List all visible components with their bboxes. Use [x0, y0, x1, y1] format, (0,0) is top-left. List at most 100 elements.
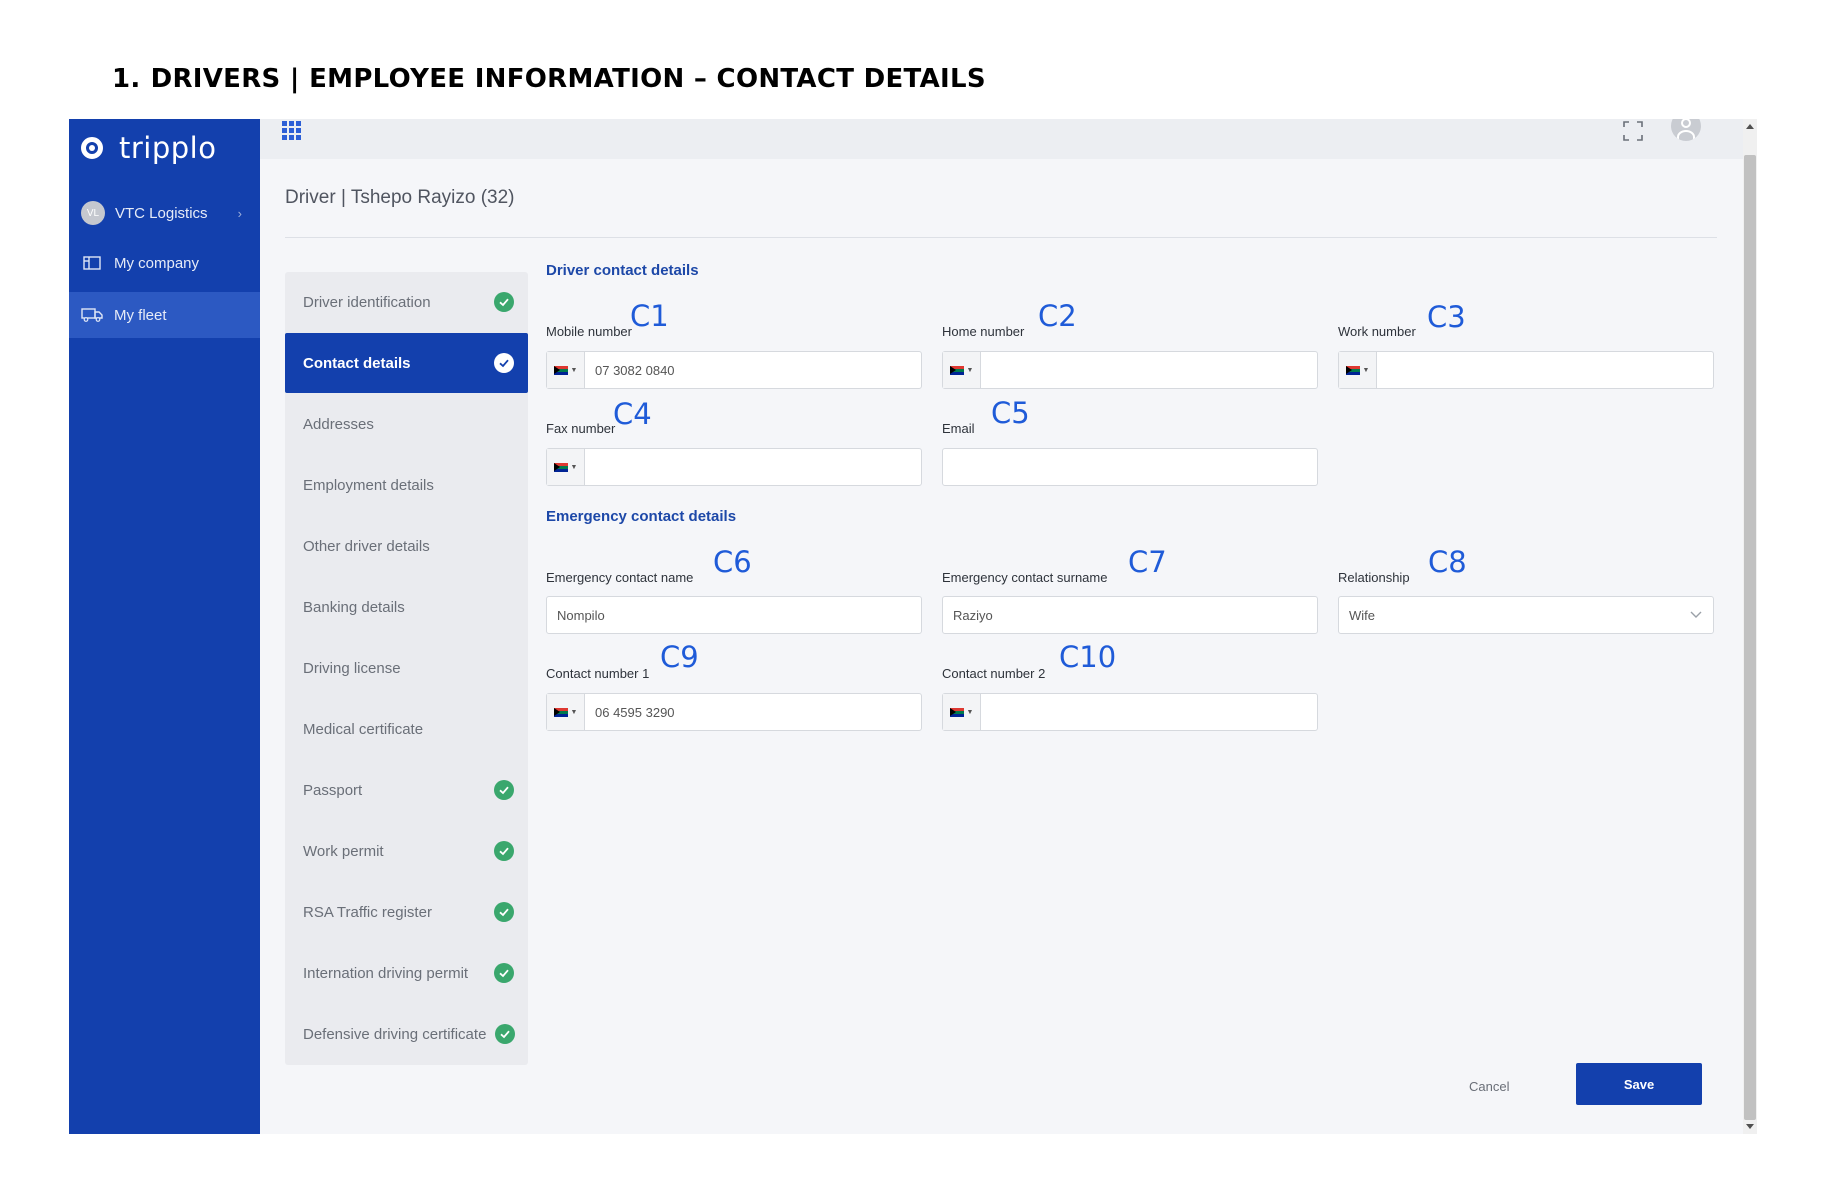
tab-label: Driving license [303, 659, 401, 677]
tab-label: RSA Traffic register [303, 903, 432, 921]
relationship-value: Wife [1349, 607, 1375, 623]
check-circle-icon [494, 780, 514, 800]
tab-banking-details[interactable]: Banking details [285, 577, 528, 637]
emergency-contact-section-title: Emergency contact details [546, 508, 737, 525]
contact-number-1-label: Contact number 1 [546, 666, 650, 681]
heading-number: 1. [112, 64, 141, 94]
save-button[interactable]: Save [1576, 1063, 1702, 1105]
logo: tripplo [81, 131, 216, 165]
caret-down-icon: ▼ [1362, 366, 1370, 374]
scroll-up-arrow-icon[interactable] [1746, 124, 1754, 129]
za-flag-icon [553, 462, 568, 472]
tab-label: Employment details [303, 476, 434, 494]
email-label: Email [942, 421, 975, 436]
apps-grid-icon[interactable] [282, 121, 301, 140]
tab-label: Defensive driving certificate [303, 1025, 487, 1043]
heading-text: DRIVERS | EMPLOYEE INFORMATION – CONTACT… [150, 64, 986, 94]
caret-down-icon: ▼ [570, 708, 578, 716]
country-code-selector[interactable]: ▼ [943, 352, 981, 388]
za-flag-icon [949, 365, 964, 375]
tab-addresses[interactable]: Addresses [285, 394, 528, 454]
tab-label: Addresses [303, 415, 374, 433]
email-input[interactable] [942, 448, 1318, 486]
za-flag-icon [553, 365, 568, 375]
logo-text: tripplo [119, 131, 217, 165]
user-avatar-icon[interactable] [1671, 119, 1701, 141]
mobile-number-value: 07 3082 0840 [595, 362, 675, 378]
work-number-label: Work number [1338, 324, 1416, 339]
za-flag-icon [553, 707, 568, 717]
za-flag-icon [949, 707, 964, 717]
tab-medical-certificate[interactable]: Medical certificate [285, 699, 528, 759]
country-code-selector[interactable]: ▼ [943, 694, 981, 730]
scroll-down-arrow-icon[interactable] [1746, 1124, 1754, 1129]
sidebar-item-my-fleet[interactable]: My fleet [69, 292, 260, 338]
callout-c2: C2 [1038, 299, 1077, 333]
country-code-selector[interactable]: ▼ [1339, 352, 1377, 388]
mobile-number-input[interactable]: ▼ 07 3082 0840 [546, 351, 922, 389]
tab-label: Work permit [303, 842, 384, 860]
check-circle-icon [494, 902, 514, 922]
za-flag-icon [1345, 365, 1360, 375]
callout-c6: C6 [713, 545, 752, 579]
check-circle-icon [494, 841, 514, 861]
chevron-right-icon: › [237, 205, 242, 221]
home-number-label: Home number [942, 324, 1025, 339]
tab-employment-details[interactable]: Employment details [285, 455, 528, 515]
contact-number-2-label: Contact number 2 [942, 666, 1046, 681]
tab-label: Passport [303, 781, 363, 799]
work-number-input[interactable]: ▼ [1338, 351, 1714, 389]
sidebar-item-label: My company [114, 254, 200, 272]
contact-number-2-input[interactable]: ▼ [942, 693, 1318, 731]
truck-icon [81, 307, 103, 323]
tab-other-driver-details[interactable]: Other driver details [285, 516, 528, 576]
callout-c7: C7 [1128, 545, 1167, 579]
company-switcher[interactable]: VL VTC Logistics › [69, 190, 260, 236]
callout-c9: C9 [660, 640, 699, 674]
scroll-thumb[interactable] [1744, 155, 1756, 1120]
tab-driver-identification[interactable]: Driver identification [285, 272, 528, 332]
tab-defensive-driving-certificate[interactable]: Defensive driving certificate [285, 1004, 528, 1064]
fax-number-input[interactable]: ▼ [546, 448, 922, 486]
emergency-contact-surname-input[interactable]: Raziyo [942, 596, 1318, 634]
tab-label: Driver identification [303, 293, 431, 311]
callout-c10: C10 [1059, 640, 1117, 674]
tab-driving-license[interactable]: Driving license [285, 638, 528, 698]
chevron-down-icon [1689, 607, 1703, 624]
tab-international-driving-permit[interactable]: Internation driving permit [285, 943, 528, 1003]
contact-number-1-value: 06 4595 3290 [595, 704, 675, 720]
relationship-label: Relationship [1338, 570, 1410, 585]
tab-label: Banking details [303, 598, 405, 616]
tab-label: Contact details [303, 354, 411, 372]
emergency-contact-name-value: Nompilo [557, 607, 605, 623]
country-code-selector[interactable]: ▼ [547, 352, 585, 388]
tab-contact-details[interactable]: Contact details [285, 333, 528, 393]
emergency-contact-surname-value: Raziyo [953, 607, 993, 623]
contact-number-1-input[interactable]: ▼ 06 4595 3290 [546, 693, 922, 731]
driver-contact-section-title: Driver contact details [546, 262, 699, 279]
logo-mark-icon [81, 137, 103, 159]
section-tabs: Driver identification Contact details Ad… [285, 272, 528, 1065]
sidebar-item-my-company[interactable]: My company [69, 240, 260, 286]
emergency-contact-name-input[interactable]: Nompilo [546, 596, 922, 634]
tab-rsa-traffic-register[interactable]: RSA Traffic register [285, 882, 528, 942]
callout-c5: C5 [991, 396, 1030, 430]
check-circle-icon [494, 963, 514, 983]
app-window: tripplo VL VTC Logistics › My company My… [69, 119, 1757, 1134]
page-title: Driver | Tshepo Rayizo (32) [285, 187, 515, 208]
tab-work-permit[interactable]: Work permit [285, 821, 528, 881]
emergency-contact-name-label: Emergency contact name [546, 570, 694, 585]
country-code-selector[interactable]: ▼ [547, 449, 585, 485]
company-avatar: VL [81, 201, 105, 225]
callout-c3: C3 [1427, 300, 1466, 334]
relationship-select[interactable]: Wife [1338, 596, 1714, 634]
tab-label: Internation driving permit [303, 964, 469, 982]
home-number-input[interactable]: ▼ [942, 351, 1318, 389]
expand-icon[interactable] [1623, 121, 1643, 146]
caret-down-icon: ▼ [966, 708, 974, 716]
scrollbar[interactable] [1743, 119, 1757, 1134]
country-code-selector[interactable]: ▼ [547, 694, 585, 730]
tab-label: Medical certificate [303, 720, 424, 738]
cancel-button[interactable]: Cancel [1469, 1079, 1509, 1094]
tab-passport[interactable]: Passport [285, 760, 528, 820]
